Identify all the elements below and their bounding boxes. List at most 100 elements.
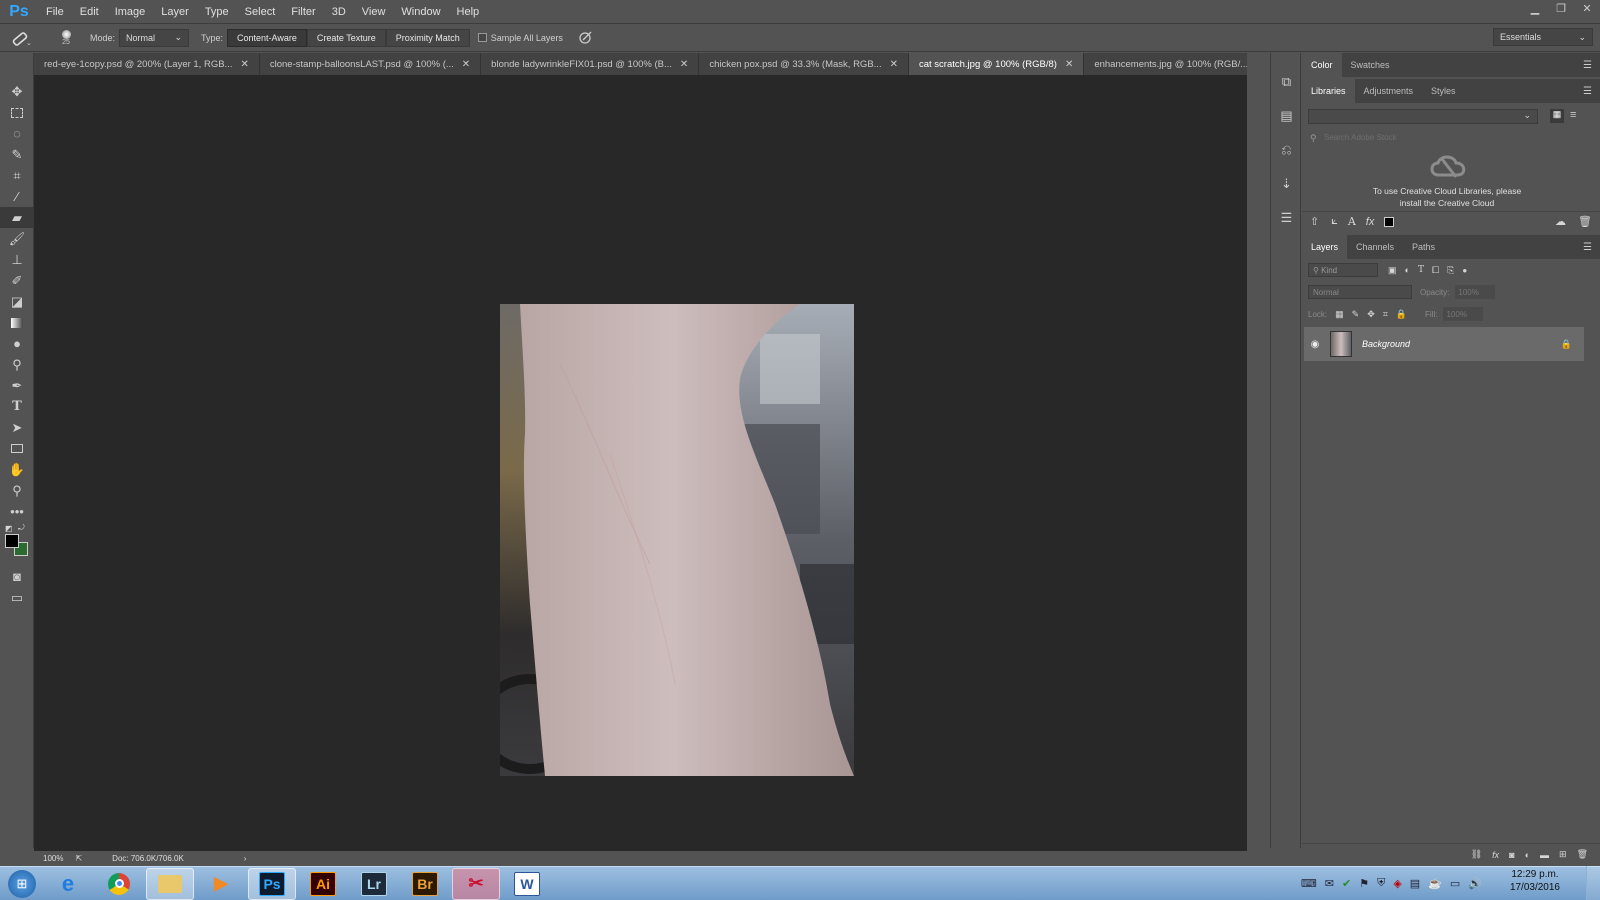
document-tab[interactable]: chicken pox.psd @ 33.3% (Mask, RGB... ✕ [699,53,909,75]
crop-tool[interactable]: ⌗ [0,165,34,186]
quick-mask-button[interactable]: ◙ [0,566,34,587]
network-icon[interactable]: ▤ [1410,877,1420,890]
pixel-filter-icon[interactable]: ▣ [1388,265,1397,276]
close-tab-icon[interactable]: ✕ [890,59,898,70]
menu-window[interactable]: Window [393,6,448,18]
menu-3d[interactable]: 3D [324,6,354,18]
clone-source-panel-button[interactable]: ⎌ [1271,133,1302,167]
close-tab-icon[interactable]: ✕ [240,59,248,70]
quick-selection-tool[interactable]: ✎ [0,144,34,165]
healing-brush-tool[interactable]: ▰ [0,207,34,228]
clone-stamp-tool[interactable]: ⊥ [0,249,34,270]
taskbar-explorer[interactable] [146,867,194,900]
history-panel-button[interactable]: ⧉ [1271,65,1302,99]
shield-icon[interactable]: ⛨ [1377,877,1385,890]
display-icon[interactable]: ▭ [1450,877,1460,890]
zoom-level[interactable]: 100% [43,854,63,863]
foreground-color-swatch[interactable] [5,534,19,548]
add-color-icon[interactable] [1384,216,1395,227]
taskbar-chrome[interactable] [95,868,143,900]
opacity-input[interactable]: 100% [1455,285,1496,299]
pen-tool[interactable]: ✒ [0,375,34,396]
panel-tab-layers[interactable]: Layers [1302,235,1348,259]
blend-mode-select[interactable]: Normal [1308,285,1412,299]
new-group-icon[interactable]: ▬ [1540,850,1549,860]
minimize-icon[interactable]: ▁ [1522,0,1548,20]
menu-type[interactable]: Type [197,6,237,18]
layer-name[interactable]: Background [1362,339,1410,349]
menu-image[interactable]: Image [107,6,154,18]
document-tab[interactable]: clone-stamp-balloonsLAST.psd @ 100% (...… [259,53,482,75]
layer-row-background[interactable]: ◉ Background 🔒 [1304,327,1584,361]
tool-preset-picker[interactable]: ⌄ [0,29,42,47]
default-colors-icon[interactable]: ◩ [5,524,13,533]
dodge-tool[interactable]: ⚲ [0,354,34,375]
type-content-aware-button[interactable]: Content-Aware [227,28,307,47]
eye-icon[interactable]: ◉ [1304,339,1326,350]
new-adjustment-icon[interactable]: ◐ [1525,850,1530,860]
screen-mode-button[interactable]: ▭ [0,587,34,608]
restore-icon[interactable]: ❐ [1548,0,1574,20]
menu-file[interactable]: File [38,6,72,18]
menu-view[interactable]: View [354,6,394,18]
close-tab-icon[interactable]: ✕ [462,59,470,70]
eraser-tool[interactable]: ◪ [0,291,34,312]
security-icon[interactable]: ✔ [1342,877,1351,890]
panel-tab-adjustments[interactable]: Adjustments [1355,79,1423,103]
mode-select[interactable]: Normal ⌄ [119,28,190,47]
add-mask-icon[interactable]: ◙ [1509,850,1514,860]
lock-transparent-icon[interactable]: ▦ [1335,309,1344,320]
antivirus-icon[interactable]: ◈ [1393,877,1401,890]
delete-layer-icon[interactable]: 🗑 [1577,849,1588,860]
lock-position-icon[interactable]: ✥ [1367,309,1375,320]
shape-filter-icon[interactable]: ⧠ [1432,265,1439,276]
panel-tab-channels[interactable]: Channels [1347,235,1403,259]
adjustments-panel-button[interactable]: ☰ [1271,201,1302,235]
upload-icon[interactable]: ⇧ [1310,215,1319,228]
taskbar-ie[interactable]: e [44,868,92,900]
hand-tool[interactable]: ✋ [0,459,34,480]
tray-app-icon[interactable]: ✉ [1325,877,1334,890]
rectangle-tool[interactable] [0,438,34,459]
history-brush-tool[interactable]: ✐ [0,270,34,291]
add-graphic-icon[interactable]: ⟀ [1331,215,1338,228]
start-button[interactable]: ⊞ [0,868,44,900]
panel-tab-styles[interactable]: Styles [1422,79,1465,103]
type-proximity-match-button[interactable]: Proximity Match [385,28,470,47]
menu-layer[interactable]: Layer [153,6,197,18]
document-tab[interactable]: blonde ladywrinkleFIX01.psd @ 100% (B...… [481,53,700,75]
brush-panel-button[interactable]: ⇣ [1271,167,1302,201]
path-selection-tool[interactable]: ➤ [0,417,34,438]
flag-icon[interactable]: ⚑ [1359,877,1369,890]
swap-colors-icon[interactable]: ⤾ [18,523,25,533]
close-tab-icon[interactable]: ✕ [1065,59,1073,70]
java-icon[interactable]: ☕ [1428,877,1442,890]
menu-filter[interactable]: Filter [283,6,323,18]
lock-all-icon[interactable]: 🔒 [1396,309,1407,320]
add-layer-style-icon[interactable]: fx [1366,216,1375,228]
taskbar-illustrator[interactable]: Ai [299,868,347,900]
pressure-size-icon[interactable] [577,30,593,46]
blur-tool[interactable]: ● [0,333,34,354]
taskbar-bridge[interactable]: Br [401,868,449,900]
taskbar-lightroom[interactable]: Lr [350,868,398,900]
document-image[interactable] [500,304,854,776]
export-icon[interactable]: ⇱ [75,854,82,863]
show-desktop-button[interactable] [1586,866,1600,900]
lock-pixels-icon[interactable]: ✎ [1352,309,1360,320]
library-select[interactable]: ⌄ [1308,109,1538,124]
panel-menu-icon[interactable]: ☰ [1583,86,1592,97]
clock[interactable]: 12:29 p.m. 17/03/2016 [1510,868,1560,894]
panel-menu-icon[interactable]: ☰ [1583,242,1592,253]
add-character-style-icon[interactable]: A [1348,215,1356,228]
more-tools[interactable]: ••• [0,501,34,522]
smart-object-filter-icon[interactable]: ⎘ [1447,265,1454,276]
volume-icon[interactable]: 🔊 [1468,877,1482,890]
move-tool[interactable]: ✥ [0,81,34,102]
type-tool[interactable]: T [0,396,34,417]
brush-picker[interactable]: 25 [42,29,90,46]
panel-tab-paths[interactable]: Paths [1403,235,1444,259]
close-icon[interactable]: ✕ [1574,0,1600,20]
adjustment-filter-icon[interactable]: ◐ [1405,265,1410,275]
marquee-tool[interactable] [0,102,34,123]
